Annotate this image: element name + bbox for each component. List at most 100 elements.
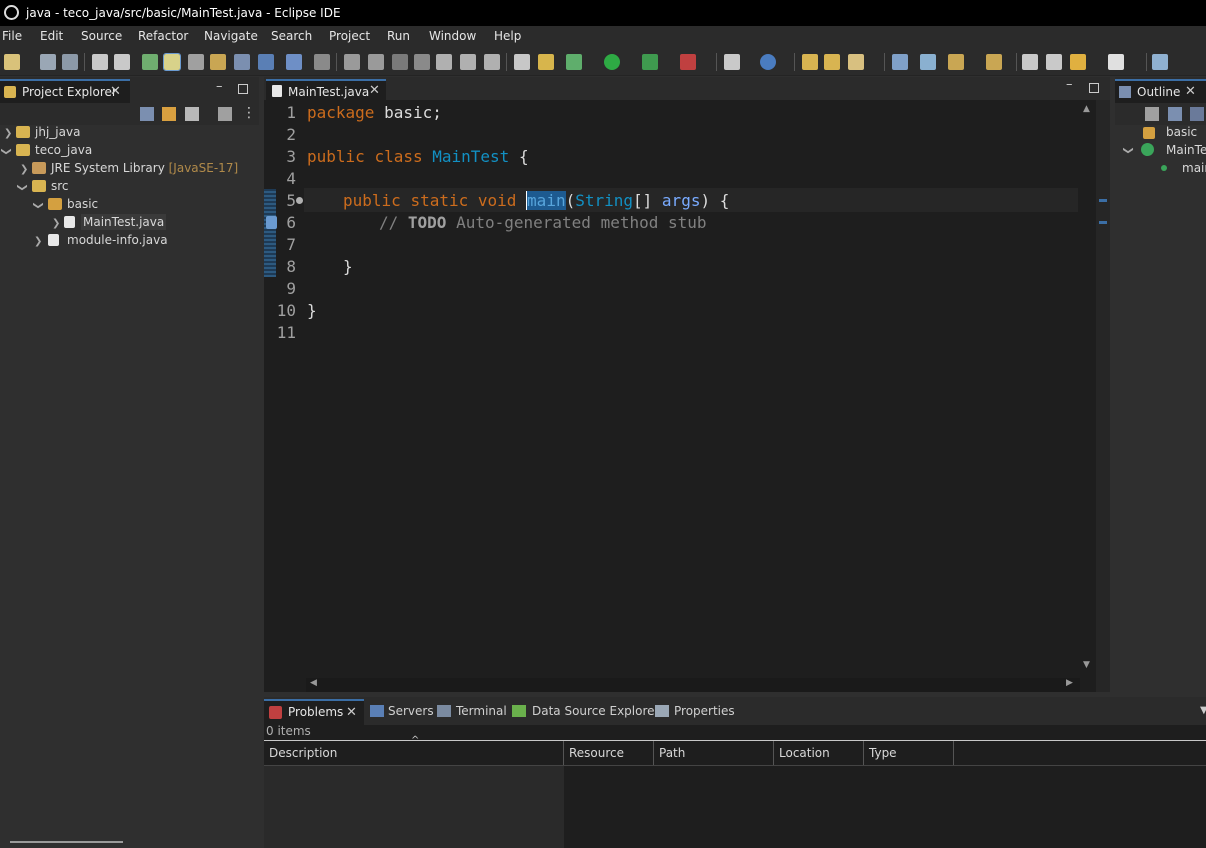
close-icon[interactable]: ✕ bbox=[346, 705, 357, 720]
filter-icon[interactable] bbox=[185, 107, 199, 121]
step-into-icon[interactable] bbox=[436, 54, 452, 70]
terminate-icon[interactable] bbox=[392, 54, 408, 70]
minimize-icon[interactable]: – bbox=[216, 79, 223, 94]
problems-list[interactable] bbox=[264, 766, 564, 848]
column-path[interactable]: Path bbox=[654, 741, 774, 765]
menu-window[interactable]: Window bbox=[429, 29, 476, 43]
toggle-mark-occurrences-icon[interactable] bbox=[163, 53, 181, 71]
menu-source[interactable]: Source bbox=[81, 29, 122, 43]
chevron-right-icon[interactable]: ❯ bbox=[4, 128, 12, 139]
open-type-icon[interactable] bbox=[142, 54, 158, 70]
view-menu-icon[interactable]: ⋮ bbox=[242, 105, 256, 121]
last-edit-location-icon[interactable] bbox=[1022, 54, 1038, 70]
horizontal-scrollbar[interactable]: ◀ ▶ bbox=[306, 678, 1080, 692]
open-perspective-icon[interactable] bbox=[1152, 54, 1168, 70]
external-tools-icon[interactable] bbox=[680, 54, 696, 70]
focus-icon[interactable] bbox=[218, 107, 232, 121]
chevron-right-icon[interactable]: ❯ bbox=[52, 218, 60, 229]
step-over-icon[interactable] bbox=[460, 54, 476, 70]
close-icon[interactable]: ✕ bbox=[110, 81, 121, 103]
minimize-icon[interactable]: – bbox=[1066, 77, 1073, 92]
link-with-editor-icon[interactable] bbox=[162, 107, 176, 121]
tree-item-maintest-java[interactable]: MainTest.java bbox=[81, 214, 167, 230]
tab-problems[interactable]: Problems ✕ bbox=[264, 699, 364, 725]
show-whitespace-icon[interactable] bbox=[258, 54, 274, 70]
tree-item-basic[interactable]: basic bbox=[67, 197, 98, 211]
tab-properties[interactable]: Properties bbox=[674, 704, 735, 718]
tab-outline[interactable]: Outline ✕ bbox=[1115, 79, 1206, 103]
skip-breakpoints-icon[interactable] bbox=[314, 54, 330, 70]
outline-item-class[interactable]: MainTe bbox=[1166, 143, 1206, 157]
chevron-down-icon[interactable]: ❯ bbox=[33, 201, 44, 209]
new-icon[interactable] bbox=[4, 54, 20, 70]
column-location[interactable]: Location bbox=[774, 741, 864, 765]
menu-edit[interactable]: Edit bbox=[40, 29, 63, 43]
scroll-right-icon[interactable]: ▶ bbox=[1066, 678, 1073, 688]
tab-terminal[interactable]: Terminal bbox=[456, 704, 507, 718]
menu-run[interactable]: Run bbox=[387, 29, 410, 43]
menu-file[interactable]: File bbox=[2, 29, 22, 43]
close-icon[interactable]: ✕ bbox=[1185, 81, 1196, 103]
tree-item-src[interactable]: src bbox=[51, 179, 69, 193]
sort-icon[interactable] bbox=[1168, 107, 1182, 121]
edit-icon[interactable] bbox=[210, 54, 226, 70]
chevron-right-icon[interactable]: ❯ bbox=[34, 236, 42, 247]
run-icon[interactable] bbox=[604, 54, 620, 70]
chevron-right-icon[interactable]: ❯ bbox=[20, 164, 28, 175]
debug-icon[interactable] bbox=[566, 54, 582, 70]
fold-icon[interactable] bbox=[296, 197, 303, 204]
save-all-icon[interactable] bbox=[62, 54, 78, 70]
outline-item-basic[interactable]: basic bbox=[1166, 125, 1197, 139]
occurrence-marker[interactable] bbox=[1099, 199, 1107, 202]
tab-maintest-java[interactable]: MainTest.java ✕ bbox=[266, 79, 386, 100]
chevron-down-icon[interactable]: ❯ bbox=[1123, 146, 1134, 154]
block-selection-icon[interactable] bbox=[234, 54, 250, 70]
vertical-scrollbar[interactable]: ▲ ▼ bbox=[1080, 100, 1096, 678]
chevron-down-icon[interactable]: ❯ bbox=[1, 147, 12, 155]
scroll-down-icon[interactable]: ▼ bbox=[1083, 660, 1090, 670]
chevron-down-icon[interactable]: ▼ bbox=[1200, 705, 1206, 716]
tree-item-jhj-java[interactable]: jhj_java bbox=[35, 125, 80, 139]
next-annotation-icon[interactable] bbox=[948, 54, 964, 70]
column-resource[interactable]: Resource bbox=[564, 741, 654, 765]
scroll-left-icon[interactable]: ◀ bbox=[310, 678, 317, 688]
maximize-icon[interactable] bbox=[238, 84, 248, 94]
tree-item-module-info[interactable]: module-info.java bbox=[67, 233, 168, 247]
menu-refactor[interactable]: Refactor bbox=[138, 29, 188, 43]
previous-annotation-icon[interactable] bbox=[986, 54, 1002, 70]
forward-icon[interactable] bbox=[1108, 54, 1124, 70]
terminal-icon[interactable] bbox=[286, 54, 302, 70]
code-editor[interactable]: 1 2 3 4 5 6 7 8 9 10 11 package basic; p… bbox=[264, 100, 1110, 692]
coverage-icon[interactable] bbox=[642, 54, 658, 70]
collapse-all-icon[interactable] bbox=[1145, 107, 1159, 121]
new-java-project-icon[interactable] bbox=[724, 54, 740, 70]
menu-project[interactable]: Project bbox=[329, 29, 370, 43]
suspend-icon[interactable] bbox=[368, 54, 384, 70]
undo-icon[interactable] bbox=[92, 54, 108, 70]
team-sync-icon[interactable] bbox=[920, 54, 936, 70]
tree-item-teco-java[interactable]: teco_java bbox=[35, 143, 92, 157]
chevron-down-icon[interactable]: ❯ bbox=[17, 183, 28, 191]
maximize-icon[interactable] bbox=[1089, 83, 1099, 93]
redo-icon[interactable] bbox=[114, 54, 130, 70]
menu-search[interactable]: Search bbox=[271, 29, 312, 43]
task-marker[interactable] bbox=[1099, 221, 1107, 224]
column-type[interactable]: Type bbox=[864, 741, 954, 765]
menu-help[interactable]: Help bbox=[494, 29, 521, 43]
tab-servers[interactable]: Servers bbox=[388, 704, 434, 718]
hide-fields-icon[interactable] bbox=[1190, 107, 1204, 121]
open-resource-icon[interactable] bbox=[824, 54, 840, 70]
menu-navigate[interactable]: Navigate bbox=[204, 29, 258, 43]
horizontal-scrollbar[interactable] bbox=[10, 841, 123, 843]
search-icon[interactable] bbox=[848, 54, 864, 70]
save-icon[interactable] bbox=[40, 54, 56, 70]
forward-history-icon[interactable] bbox=[1046, 54, 1062, 70]
outline-item-main[interactable]: main bbox=[1182, 161, 1206, 175]
tree-item-jre-library[interactable]: JRE System Library [JavaSE-17] bbox=[51, 161, 238, 175]
step-return-icon[interactable] bbox=[484, 54, 500, 70]
back-icon[interactable] bbox=[1070, 54, 1086, 70]
resume-icon[interactable] bbox=[344, 54, 360, 70]
toggle-breadcrumb-icon[interactable] bbox=[188, 54, 204, 70]
close-icon[interactable]: ✕ bbox=[369, 80, 380, 102]
new-java-class-icon[interactable] bbox=[760, 54, 776, 70]
